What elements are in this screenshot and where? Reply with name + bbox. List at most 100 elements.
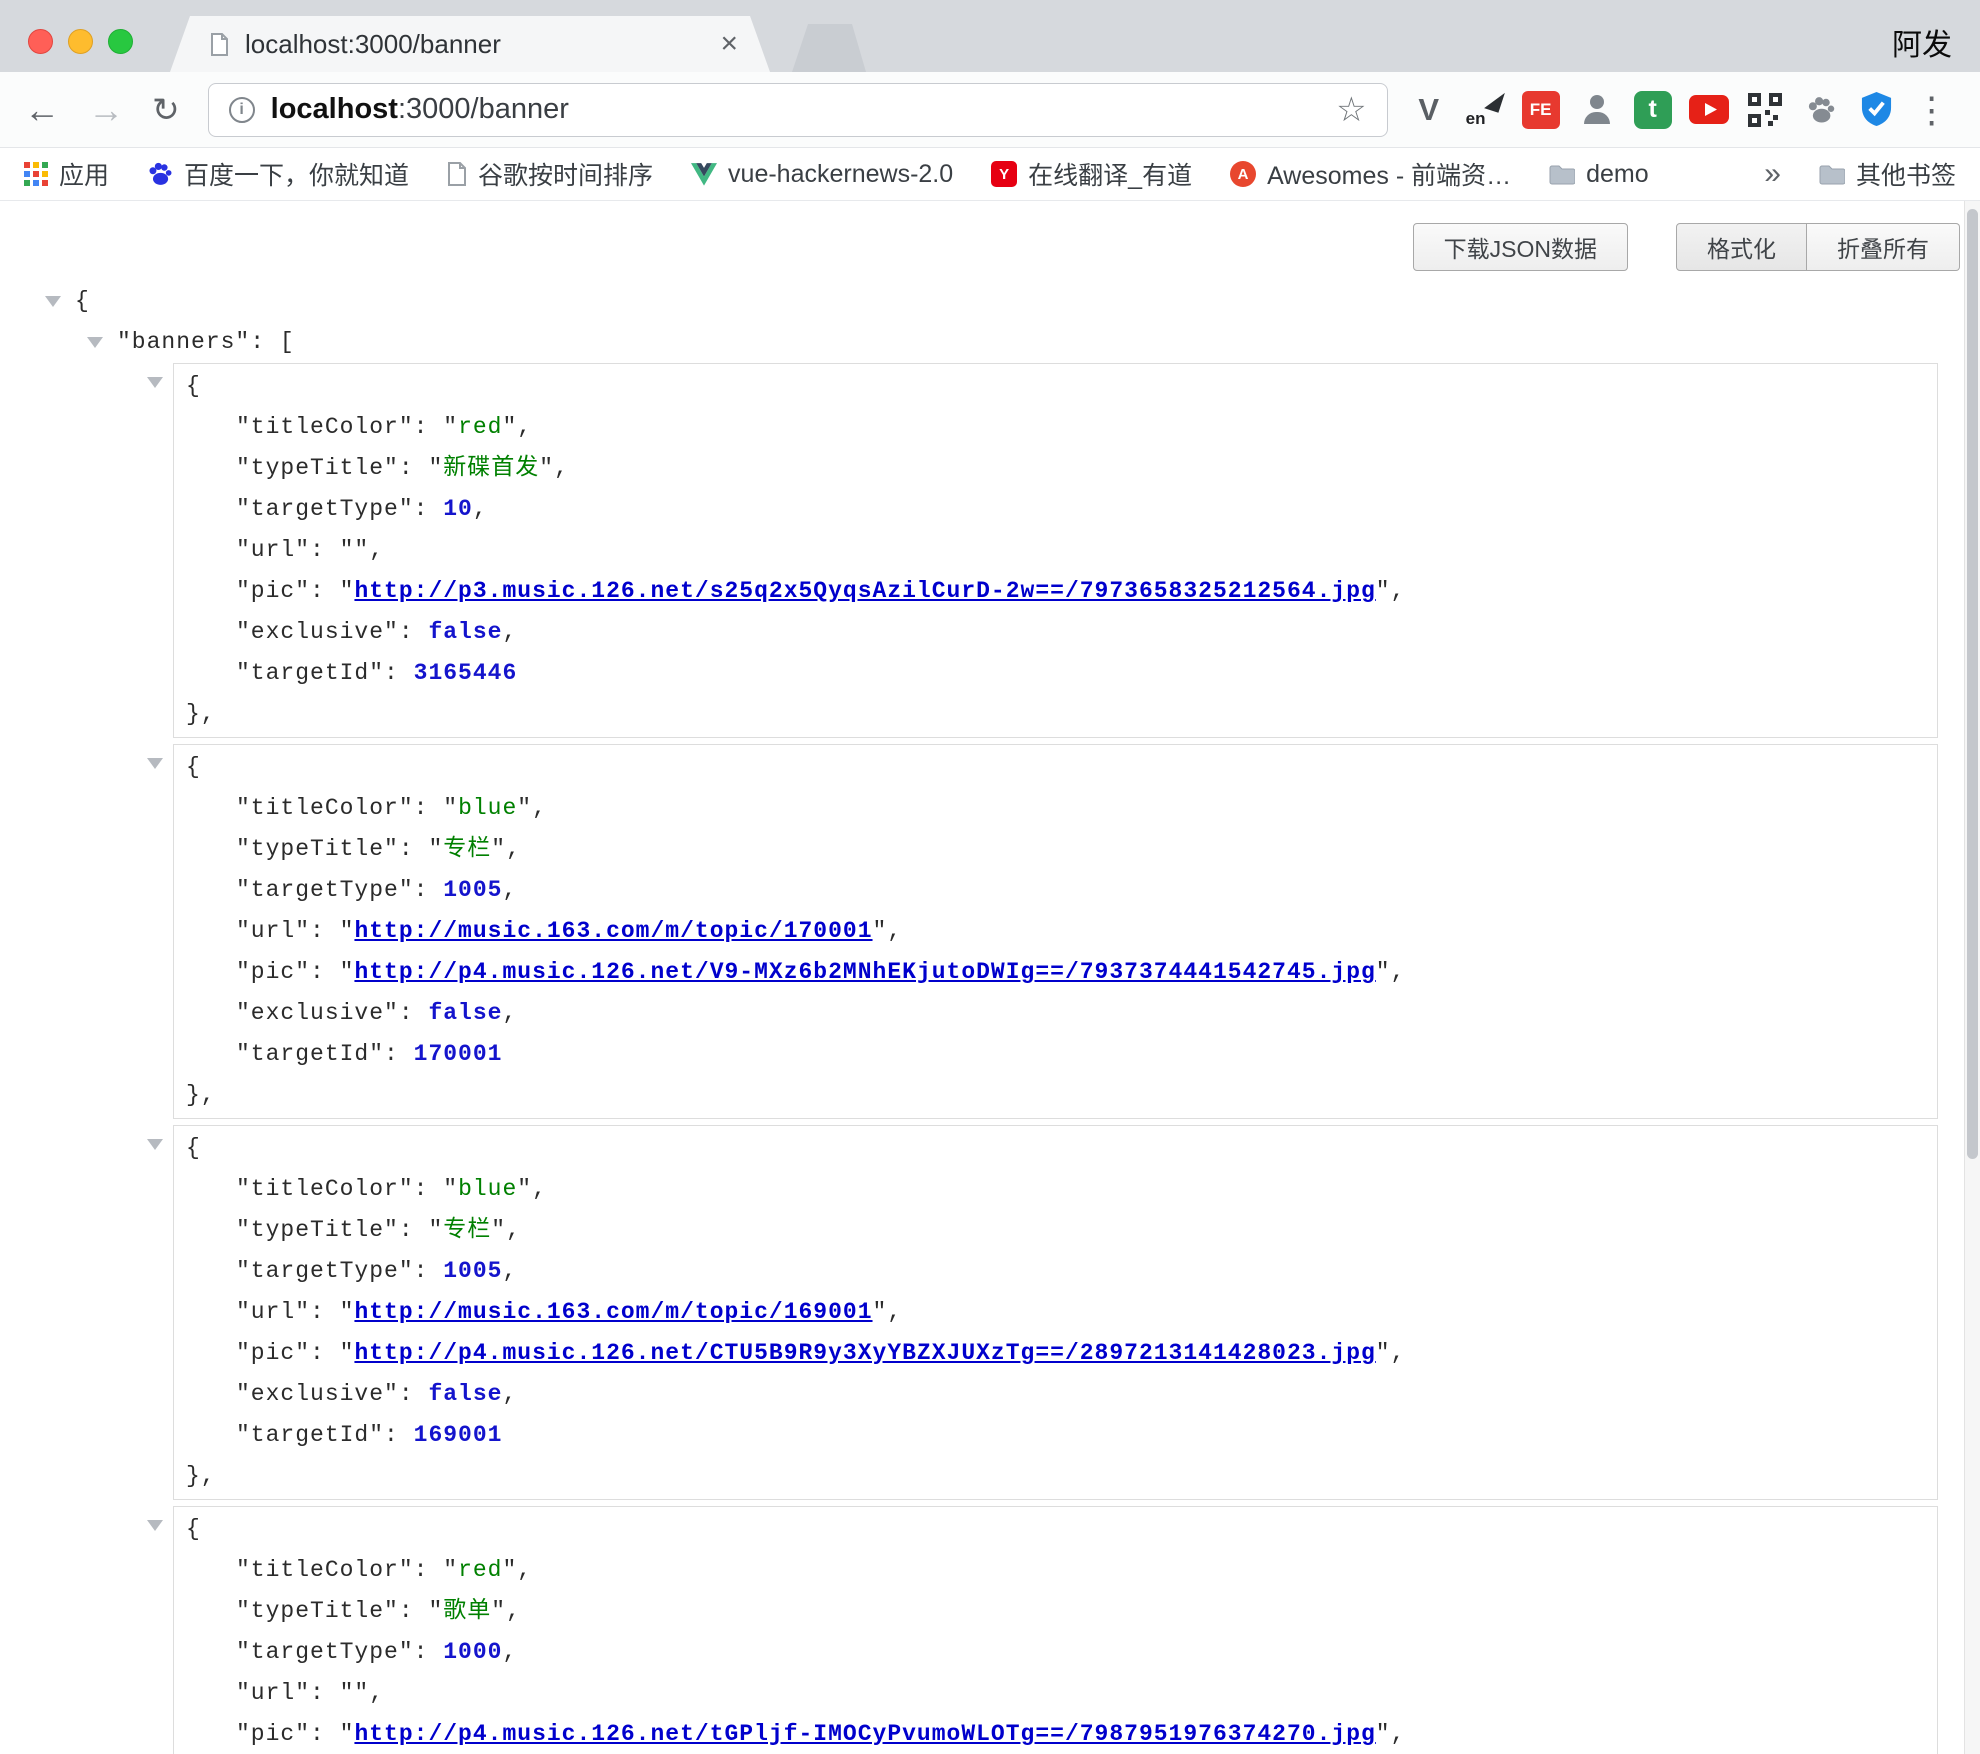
browser-toolbar: ← → ↻ i localhost:3000/banner ☆ V en FE … <box>0 72 1980 148</box>
json-number-value: 1005 <box>443 877 502 903</box>
bookmark-label: 百度一下，你就知道 <box>184 156 409 192</box>
new-tab-button[interactable] <box>792 24 866 72</box>
reload-button[interactable]: ↻ <box>152 93 180 126</box>
url-path: :3000/banner <box>398 93 569 125</box>
json-string-value: red <box>458 1557 502 1583</box>
fullscreen-window-button[interactable] <box>108 29 133 54</box>
vue-icon <box>691 163 717 186</box>
bookmark-star-icon[interactable]: ☆ <box>1336 93 1366 127</box>
tab-title: localhost:3000/banner <box>245 29 704 60</box>
close-window-button[interactable] <box>28 29 53 54</box>
json-number-value: 1005 <box>443 1258 502 1284</box>
vimium-icon[interactable]: V <box>1406 87 1452 133</box>
json-field-pic: "pic": "http://p4.music.126.net/V9-MXz6b… <box>174 952 1937 993</box>
bookmark-baidu[interactable]: 百度一下，你就知道 <box>147 156 409 192</box>
bookmark-vue-hackernews[interactable]: vue-hackernews-2.0 <box>691 160 953 189</box>
paw-icon[interactable] <box>1798 87 1844 133</box>
tab-strip: localhost:3000/banner × 阿发 <box>0 0 1980 72</box>
json-object-box: {"titleColor": "red","typeTitle": "新碟首发"… <box>173 363 1938 738</box>
json-string-value: 歌单 <box>443 1598 491 1624</box>
json-field-targetType: "targetType": 1000, <box>174 1632 1937 1673</box>
tab-close-icon[interactable]: × <box>720 29 738 59</box>
back-button[interactable]: ← <box>24 92 60 128</box>
json-bool-value: false <box>428 1000 502 1026</box>
json-link-value[interactable]: http://music.163.com/m/topic/169001 <box>354 1299 872 1325</box>
folder-icon <box>1819 164 1845 185</box>
bookmark-awesomes[interactable]: A Awesomes - 前端资… <box>1230 156 1511 192</box>
json-array-item: {"titleColor": "blue","typeTitle": "专栏",… <box>173 744 1938 1119</box>
json-link-value[interactable]: http://p4.music.126.net/tGPljf-IMOCyPvum… <box>354 1721 1375 1747</box>
youdao-icon: Y <box>991 161 1017 187</box>
translate-en-icon[interactable]: en <box>1462 87 1508 133</box>
scrollbar-thumb[interactable] <box>1967 209 1978 1159</box>
json-link-value[interactable]: http://p3.music.126.net/s25q2x5QyqsAzilC… <box>354 578 1375 604</box>
json-number-value: 1000 <box>443 1639 502 1665</box>
other-bookmarks-label: 其他书签 <box>1856 156 1956 192</box>
json-object-box: {"titleColor": "blue","typeTitle": "专栏",… <box>173 1125 1938 1500</box>
bookmark-google-sort[interactable]: 谷歌按时间排序 <box>447 156 653 192</box>
baidu-paw-icon <box>147 161 173 187</box>
json-array-item: {"titleColor": "red","typeTitle": "新碟首发"… <box>173 363 1938 738</box>
url-host: localhost <box>271 93 398 125</box>
json-field-targetType: "targetType": 1005, <box>174 870 1937 911</box>
json-field-url: "url": "", <box>174 530 1937 571</box>
qrcode-icon[interactable] <box>1742 87 1788 133</box>
bookmark-youdao[interactable]: Y 在线翻译_有道 <box>991 156 1192 192</box>
profile-name[interactable]: 阿发 <box>1892 20 1952 64</box>
bookmark-label: 谷歌按时间排序 <box>478 156 653 192</box>
json-string-value: red <box>458 414 502 440</box>
bookmarks-overflow-icon[interactable]: » <box>1764 157 1781 191</box>
json-viewer-page: 下载JSON数据 格式化 折叠所有 { "banners": [ {"title… <box>0 201 1980 1754</box>
bookmark-label: 应用 <box>59 156 109 192</box>
fehelper-icon[interactable]: FE <box>1518 87 1564 133</box>
json-link-value[interactable]: http://p4.music.126.net/CTU5B9R9y3XyYBZX… <box>354 1340 1375 1366</box>
vertical-scrollbar[interactable] <box>1964 201 1980 1754</box>
json-field-url: "url": "http://music.163.com/m/topic/170… <box>174 911 1937 952</box>
json-object-box: {"titleColor": "blue","typeTitle": "专栏",… <box>173 744 1938 1119</box>
json-link-value[interactable]: http://p4.music.126.net/V9-MXz6b2MNhEKju… <box>354 959 1375 985</box>
address-bar[interactable]: i localhost:3000/banner ☆ <box>208 83 1388 137</box>
bookmark-label: vue-hackernews-2.0 <box>728 160 953 189</box>
shield-check-icon[interactable] <box>1854 87 1900 133</box>
bookmark-label: demo <box>1586 160 1649 189</box>
minimize-window-button[interactable] <box>68 29 93 54</box>
browser-menu-icon[interactable]: ⋮ <box>1914 92 1950 128</box>
page-info-icon[interactable]: i <box>229 97 255 123</box>
json-field-exclusive: "exclusive": false, <box>174 612 1937 653</box>
json-field-typeTitle: "typeTitle": "新碟首发", <box>174 448 1937 489</box>
youtube-icon[interactable] <box>1686 87 1732 133</box>
awesomes-icon: A <box>1230 161 1256 187</box>
json-field-pic: "pic": "http://p4.music.126.net/CTU5B9R9… <box>174 1333 1937 1374</box>
json-field-targetId: "targetId": 169001 <box>174 1415 1937 1456</box>
collapse-toggle-icon[interactable] <box>87 337 103 348</box>
folder-icon <box>1549 164 1575 185</box>
bookmark-apps[interactable]: 应用 <box>24 156 109 192</box>
json-string-value: 新碟首发 <box>443 455 539 481</box>
octotree-icon[interactable] <box>1574 87 1620 133</box>
collapse-toggle-icon[interactable] <box>45 296 61 307</box>
collapse-toggle-icon[interactable] <box>147 1520 163 1531</box>
json-field-typeTitle: "typeTitle": "专栏", <box>174 1210 1937 1251</box>
browser-tab[interactable]: localhost:3000/banner × <box>170 16 770 72</box>
bookmark-demo[interactable]: demo <box>1549 160 1649 189</box>
url-text: localhost:3000/banner <box>271 93 569 126</box>
json-field-titleColor: "titleColor": "red", <box>174 407 1937 448</box>
json-bool-value: false <box>428 1381 502 1407</box>
json-field-exclusive: "exclusive": false, <box>174 1374 1937 1415</box>
collapse-toggle-icon[interactable] <box>147 377 163 388</box>
json-field-pic: "pic": "http://p4.music.126.net/tGPljf-I… <box>174 1714 1937 1754</box>
forward-button[interactable]: → <box>88 92 124 128</box>
json-field-titleColor: "titleColor": "blue", <box>174 788 1937 829</box>
json-object-box: {"titleColor": "red","typeTitle": "歌单","… <box>173 1506 1938 1754</box>
json-field-titleColor: "titleColor": "red", <box>174 1550 1937 1591</box>
collapse-toggle-icon[interactable] <box>147 1139 163 1150</box>
json-field-titleColor: "titleColor": "blue", <box>174 1169 1937 1210</box>
crane-shape <box>1484 88 1505 113</box>
collapse-toggle-icon[interactable] <box>147 758 163 769</box>
extension-icons-row: V en FE t <box>1396 87 1900 133</box>
other-bookmarks[interactable]: 其他书签 <box>1819 156 1956 192</box>
json-banner-list: {"titleColor": "red","typeTitle": "新碟首发"… <box>45 363 1938 1754</box>
json-string-value: blue <box>458 1176 517 1202</box>
tampermonkey-icon[interactable]: t <box>1630 87 1676 133</box>
json-link-value[interactable]: http://music.163.com/m/topic/170001 <box>354 918 872 944</box>
